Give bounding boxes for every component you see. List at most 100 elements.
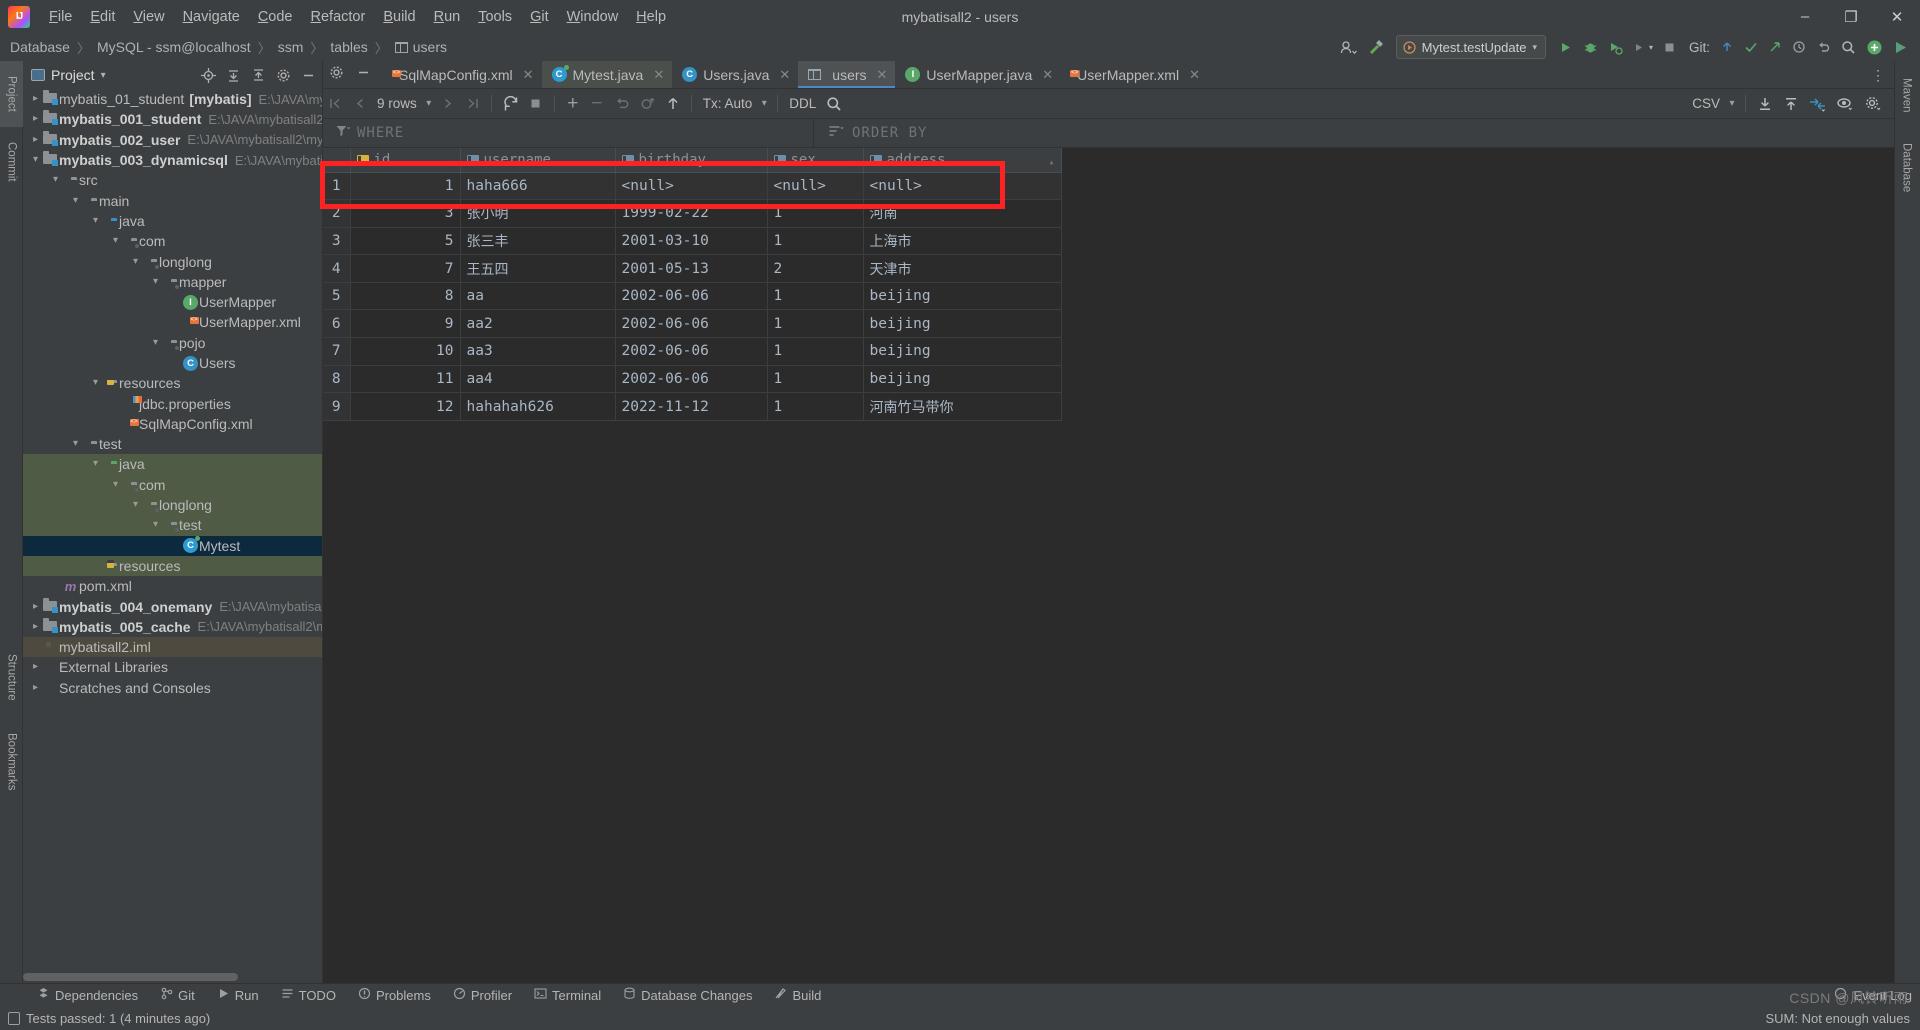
cell-address[interactable]: beijing <box>863 309 1062 339</box>
run-with-coverage-button[interactable] <box>1604 36 1627 58</box>
menu-item-window[interactable]: Window <box>558 6 628 28</box>
table-row[interactable]: 5 8 aa 2002-06-06 1 beijing <box>323 282 1062 311</box>
cell-address[interactable]: <null> <box>863 172 1062 201</box>
tool-window-todo[interactable]: TODO <box>270 984 347 1007</box>
git-history-icon[interactable] <box>1788 36 1810 58</box>
menu-item-build[interactable]: Build <box>374 6 424 28</box>
cell-address[interactable]: beijing <box>863 282 1062 311</box>
menu-item-file[interactable]: File <box>40 6 81 28</box>
tree-node-usermapper[interactable]: I UserMapper <box>23 292 322 312</box>
chevron-right-icon[interactable]: ▸ <box>29 94 42 104</box>
cell-id[interactable]: 5 <box>350 227 461 256</box>
undo-icon[interactable] <box>1812 36 1835 58</box>
column-header-birthday[interactable]: birthday ▴ <box>615 148 768 173</box>
upload-button[interactable] <box>661 93 685 115</box>
grid-settings-icon[interactable] <box>1860 93 1888 115</box>
cell-address[interactable]: 河南 <box>863 199 1062 228</box>
chevron-down-icon[interactable]: ▾ <box>149 276 162 287</box>
column-header-username[interactable]: username ▴ <box>460 148 616 173</box>
tree-node-mybatis_01_student[interactable]: ▸ mybatis_01_student [mybatis] E:\JAVA\my <box>23 89 322 109</box>
submit-changes-button[interactable] <box>635 93 661 115</box>
editor-tab-users-java[interactable]: C Users.java ✕ <box>672 61 798 88</box>
build-hammer-icon[interactable] <box>1363 36 1388 58</box>
close-icon[interactable]: ✕ <box>523 67 534 83</box>
table-row[interactable]: 7 10 aa3 2002-06-06 1 beijing <box>323 337 1062 366</box>
tool-window-dependencies[interactable]: Dependencies <box>26 984 149 1007</box>
tool-window-problems[interactable]: Problems <box>347 984 442 1007</box>
reload-button[interactable] <box>498 93 524 115</box>
cell-sex[interactable]: 1 <box>767 309 864 339</box>
cell-birthday[interactable]: 1999-02-22 <box>615 199 768 228</box>
tree-node-users[interactable]: C Users <box>23 353 322 373</box>
cell-id[interactable]: 8 <box>350 282 461 311</box>
cell-sex[interactable]: 1 <box>767 365 864 394</box>
tree-node-mybatis_005_cache[interactable]: ▸ mybatis_005_cache E:\JAVA\mybatisall2\m <box>23 617 322 637</box>
breadcrumb-item-2[interactable]: ssm <box>278 39 304 55</box>
more-options-icon[interactable]: ⋮ <box>1870 67 1886 84</box>
user-icon[interactable] <box>1336 36 1361 58</box>
table-row[interactable]: 3 5 张三丰 2001-03-10 1 上海市 <box>323 227 1062 256</box>
delete-row-button[interactable]: − <box>585 93 609 115</box>
import-data-icon[interactable] <box>1752 93 1778 115</box>
cell-address[interactable]: 上海市 <box>863 227 1062 256</box>
chevron-down-icon[interactable]: ▾ <box>109 236 122 246</box>
chevron-down-icon[interactable]: ▾ <box>89 378 102 388</box>
cell-username[interactable]: aa4 <box>460 365 616 394</box>
tree-node-mybatis_002_user[interactable]: ▸ mybatis_002_user E:\JAVA\mybatisall2\my <box>23 130 322 150</box>
tree-node-jdbc-properties[interactable]: jdbc.properties <box>23 393 322 413</box>
tree-node-mybatisall2-iml[interactable]: mybatisall2.iml <box>23 637 322 658</box>
tool-window-profiler[interactable]: Profiler <box>442 984 523 1007</box>
chevron-down-icon[interactable]: ▾ <box>101 70 106 81</box>
tree-node-scratches-and-consoles[interactable]: ▸ Scratches and Consoles <box>23 678 322 698</box>
editor-tab-users[interactable]: users ✕ <box>798 61 896 88</box>
table-row[interactable]: 6 9 aa2 2002-06-06 1 beijing <box>323 309 1062 339</box>
tree-node-external-libraries[interactable]: ▸ External Libraries <box>23 657 322 677</box>
where-section[interactable]: WHERE <box>323 124 813 143</box>
row-count-chevron-icon[interactable]: ▾ <box>422 93 436 115</box>
close-icon[interactable]: ✕ <box>653 67 664 83</box>
close-button[interactable]: ✕ <box>1874 0 1920 33</box>
close-icon[interactable]: ✕ <box>779 67 790 83</box>
cell-id[interactable]: 11 <box>350 365 461 394</box>
editor-tab-usermapper-xml[interactable]: UserMapper.xml ✕ <box>1061 61 1208 88</box>
tree-node-resources[interactable]: ▾ resources <box>23 373 322 393</box>
tool-window-git[interactable]: Git <box>149 984 206 1007</box>
cell-birthday[interactable]: 2002-06-06 <box>615 309 768 339</box>
tree-node-longlong[interactable]: ▾ longlong <box>23 251 322 271</box>
cell-sex[interactable]: 1 <box>767 227 864 256</box>
chevron-right-icon[interactable]: ▸ <box>29 662 42 672</box>
sort-arrow-icon[interactable]: ▴ <box>447 157 453 168</box>
menu-item-code[interactable]: Code <box>249 6 302 28</box>
last-page-button[interactable] <box>460 93 485 115</box>
gear-icon[interactable] <box>275 67 291 83</box>
add-row-button[interactable]: + <box>561 93 585 115</box>
hide-panel-icon[interactable] <box>300 67 316 83</box>
run-button[interactable] <box>1554 36 1577 58</box>
cell-address[interactable]: beijing <box>863 337 1062 366</box>
tree-node-com[interactable]: ▾ com <box>23 231 322 251</box>
breadcrumb-item-0[interactable]: Database <box>10 39 70 55</box>
tree-node-pom-xml[interactable]: m pom.xml <box>23 576 322 596</box>
cell-username[interactable]: aa2 <box>460 309 616 339</box>
editor-tab-usermapper-java[interactable]: I UserMapper.java ✕ <box>895 61 1061 88</box>
run-configuration-selector[interactable]: Mytest.testUpdate ▾ <box>1395 35 1546 59</box>
minimize-button[interactable]: – <box>1782 0 1828 33</box>
tool-window-terminal[interactable]: Terminal <box>523 984 612 1007</box>
chevron-right-icon[interactable]: ▸ <box>29 601 42 612</box>
chevron-right-icon[interactable]: ▸ <box>29 134 42 145</box>
cell-id[interactable]: 12 <box>350 392 461 421</box>
tree-node-com[interactable]: ▾ com <box>23 474 322 495</box>
tree-node-mybatis_001_student[interactable]: ▸ mybatis_001_student E:\JAVA\mybatisall2\ <box>23 109 322 129</box>
cell-sex[interactable]: 1 <box>767 392 864 421</box>
menu-item-refactor[interactable]: Refactor <box>302 6 375 28</box>
cell-username[interactable]: 张小明 <box>460 199 616 228</box>
cell-sex[interactable]: 2 <box>767 254 864 283</box>
cell-birthday[interactable]: 2002-06-06 <box>615 337 768 366</box>
column-header-sex[interactable]: sex ▴ <box>767 148 864 173</box>
tool-tab-maven[interactable]: Maven <box>1895 65 1918 125</box>
tool-tab-bookmarks[interactable]: Bookmarks <box>0 721 23 803</box>
chevron-down-icon[interactable]: ▾ <box>149 520 162 530</box>
sort-arrow-icon[interactable]: ▴ <box>602 157 608 168</box>
previous-page-button[interactable] <box>348 93 372 115</box>
menu-item-tools[interactable]: Tools <box>469 6 521 28</box>
